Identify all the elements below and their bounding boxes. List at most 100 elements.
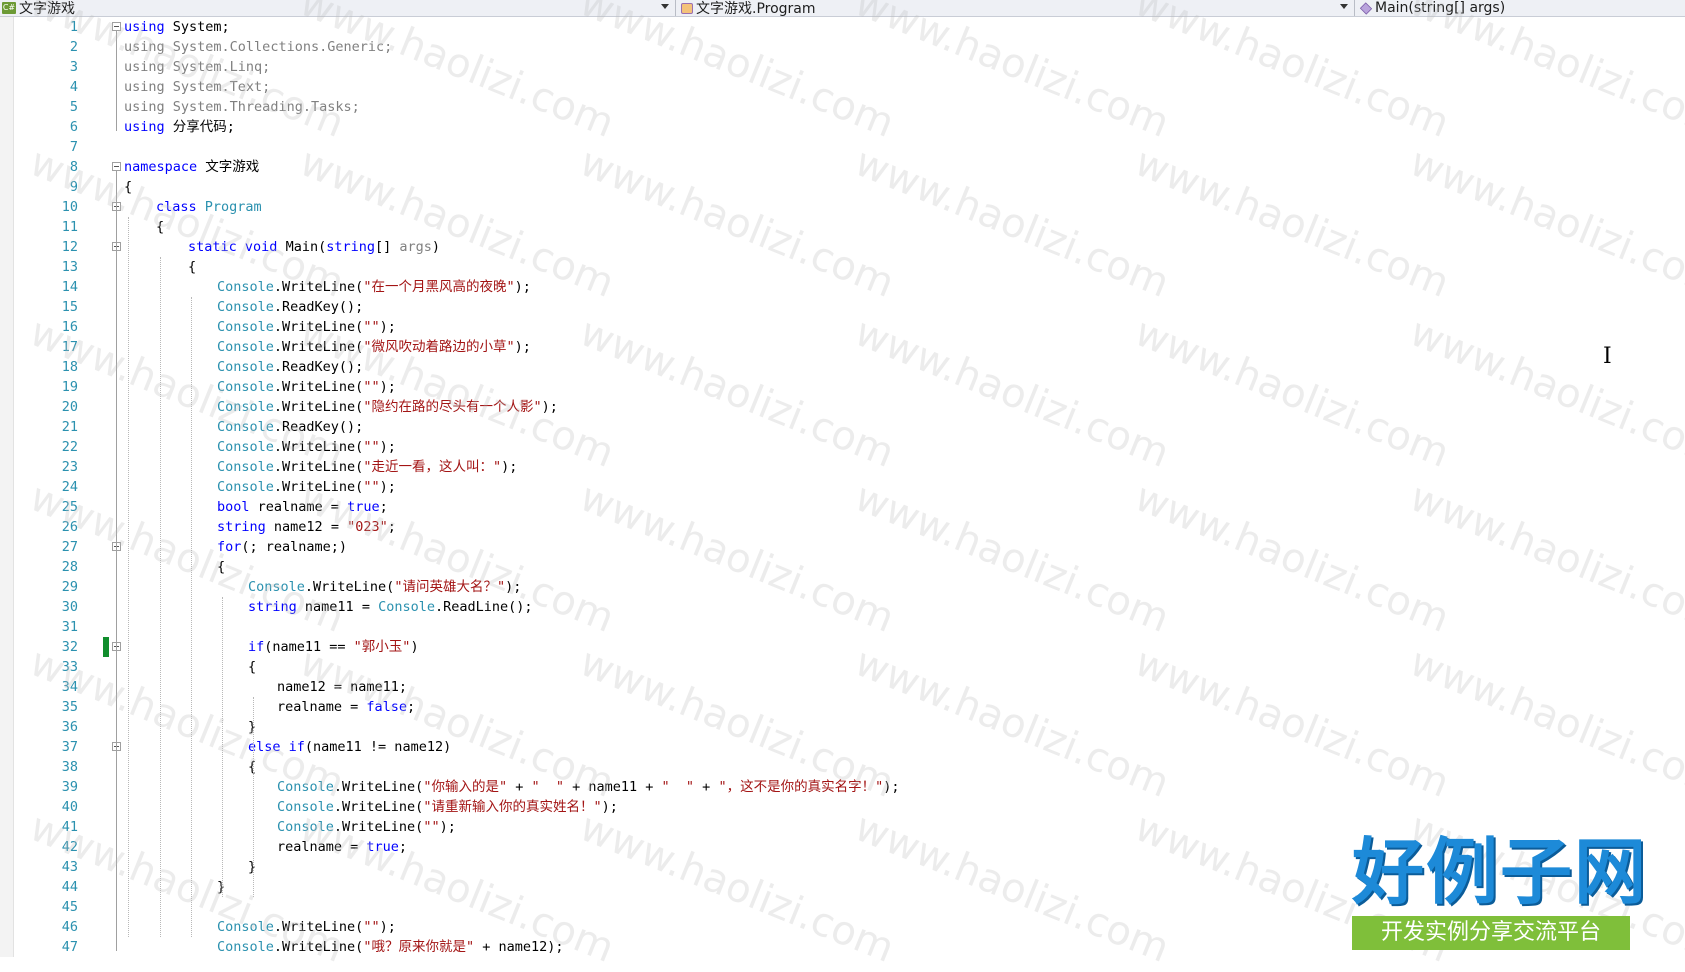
code-token: Console bbox=[217, 459, 274, 475]
code-line[interactable]: 1 using System; bbox=[0, 17, 1685, 37]
code-token: name11 = bbox=[304, 599, 379, 615]
code-token: { bbox=[188, 259, 197, 275]
code-token: string bbox=[217, 519, 266, 535]
code-line[interactable]: 2 using System.Collections.Generic; bbox=[0, 37, 1685, 57]
code-text: Console.WriteLine("隐约在路的尽头有一个人影"); bbox=[217, 397, 558, 417]
code-token: ); bbox=[379, 379, 396, 395]
code-token: Console bbox=[217, 399, 274, 415]
code-line[interactable]: 12 static void Main(string[] args) bbox=[0, 237, 1685, 257]
collapse-toggle-icon[interactable] bbox=[112, 162, 121, 171]
code-text: { bbox=[188, 257, 196, 277]
line-number: 15 bbox=[61, 299, 78, 315]
code-token: System.Linq; bbox=[172, 59, 271, 75]
code-token: string bbox=[248, 599, 297, 615]
chevron-down-icon[interactable] bbox=[1340, 4, 1348, 9]
code-token: 文字游戏 bbox=[205, 159, 260, 175]
code-line[interactable]: 11 { bbox=[0, 217, 1685, 237]
line-number: 24 bbox=[61, 479, 78, 495]
code-text: bool realname = true; bbox=[217, 497, 388, 517]
line-number: 13 bbox=[61, 259, 78, 275]
code-line[interactable]: 18 Console.ReadKey(); bbox=[0, 357, 1685, 377]
code-token: ); bbox=[439, 819, 456, 835]
line-number: 10 bbox=[61, 199, 78, 215]
code-line[interactable]: 10 class Program bbox=[0, 197, 1685, 217]
code-token: Console bbox=[277, 819, 334, 835]
code-token: name12 = name11; bbox=[277, 679, 408, 695]
code-line[interactable]: 30 string name11 = Console.ReadLine(); bbox=[0, 597, 1685, 617]
line-number: 32 bbox=[61, 639, 78, 655]
code-token: ); bbox=[501, 459, 518, 475]
code-token: .WriteLine( bbox=[273, 939, 364, 955]
line-number: 33 bbox=[61, 659, 78, 675]
code-token: ); bbox=[541, 399, 558, 415]
code-token: Console bbox=[217, 279, 274, 295]
code-line[interactable]: 34 name12 = name11; bbox=[0, 677, 1685, 697]
code-token: .WriteLine( bbox=[273, 399, 364, 415]
project-dropdown[interactable]: C# 文字游戏 bbox=[0, 0, 676, 16]
code-token: using bbox=[124, 79, 165, 95]
line-number: 5 bbox=[69, 99, 78, 115]
code-token: System.Collections.Generic; bbox=[172, 39, 393, 55]
code-line[interactable]: 13 { bbox=[0, 257, 1685, 277]
code-token: " " bbox=[661, 779, 695, 795]
type-dropdown[interactable]: 文字游戏.Program bbox=[679, 0, 1355, 16]
code-line[interactable]: 5 using System.Threading.Tasks; bbox=[0, 97, 1685, 117]
code-token: Console bbox=[217, 479, 274, 495]
code-line[interactable]: 9{ bbox=[0, 177, 1685, 197]
code-line[interactable]: 17 Console.WriteLine("微风吹动着路边的小草"); bbox=[0, 337, 1685, 357]
code-token: Console bbox=[217, 359, 274, 375]
line-number: 45 bbox=[61, 899, 78, 915]
code-token: true bbox=[366, 839, 399, 855]
code-token: using bbox=[124, 19, 165, 35]
code-text: Console.WriteLine("走近一看，这人叫："); bbox=[217, 457, 517, 477]
code-line[interactable]: 28 { bbox=[0, 557, 1685, 577]
code-line[interactable]: 25 bool realname = true; bbox=[0, 497, 1685, 517]
line-number: 16 bbox=[61, 319, 78, 335]
code-text: using System; bbox=[124, 17, 230, 37]
code-line[interactable]: 31 bbox=[0, 617, 1685, 637]
code-text: Console.WriteLine("微风吹动着路边的小草"); bbox=[217, 337, 531, 357]
code-token: "" bbox=[363, 919, 380, 935]
code-line[interactable]: 26 string name12 = "023"; bbox=[0, 517, 1685, 537]
code-token: "" bbox=[423, 819, 440, 835]
code-line[interactable]: 19 Console.WriteLine(""); bbox=[0, 377, 1685, 397]
line-number: 39 bbox=[61, 779, 78, 795]
code-line[interactable]: 33 { bbox=[0, 657, 1685, 677]
line-number: 19 bbox=[61, 379, 78, 395]
code-token: .WriteLine( bbox=[273, 459, 364, 475]
code-line[interactable]: 24 Console.WriteLine(""); bbox=[0, 477, 1685, 497]
code-editor[interactable]: 1 using System; 2 using System.Collections.… bbox=[0, 17, 1685, 957]
code-line[interactable]: 4 using System.Text; bbox=[0, 77, 1685, 97]
indent-guide bbox=[191, 297, 192, 937]
line-number: 11 bbox=[61, 219, 78, 235]
collapse-toggle-icon[interactable] bbox=[112, 22, 121, 31]
code-line[interactable]: 27 for(; realname;) bbox=[0, 537, 1685, 557]
member-dropdown[interactable]: Main(string[] args) bbox=[1358, 0, 1685, 16]
code-line[interactable]: 16 Console.WriteLine(""); bbox=[0, 317, 1685, 337]
code-line[interactable]: 22 Console.WriteLine(""); bbox=[0, 437, 1685, 457]
indent-guide bbox=[160, 257, 161, 937]
line-number: 17 bbox=[61, 339, 78, 355]
code-text: Console.WriteLine(""); bbox=[277, 817, 456, 837]
code-line[interactable]: 15 Console.ReadKey(); bbox=[0, 297, 1685, 317]
code-line[interactable]: 20 Console.WriteLine("隐约在路的尽头有一个人影"); bbox=[0, 397, 1685, 417]
code-token: ); bbox=[883, 779, 900, 795]
code-line[interactable]: 3 using System.Linq; bbox=[0, 57, 1685, 77]
code-token: ; bbox=[379, 499, 388, 515]
code-token: "" bbox=[363, 319, 380, 335]
code-line[interactable]: 6 using 分享代码; bbox=[0, 117, 1685, 137]
code-text: Console.WriteLine("请重新输入你的真实姓名！"); bbox=[277, 797, 618, 817]
code-line[interactable]: 21 Console.ReadKey(); bbox=[0, 417, 1685, 437]
code-token: + name12); bbox=[474, 939, 564, 955]
code-line[interactable]: 7 bbox=[0, 137, 1685, 157]
code-line[interactable]: 29 Console.WriteLine("请问英雄大名？"); bbox=[0, 577, 1685, 597]
chevron-down-icon[interactable] bbox=[661, 4, 669, 9]
code-line[interactable]: 8 namespace 文字游戏 bbox=[0, 157, 1685, 177]
code-line[interactable]: 14 Console.WriteLine("在一个月黑风高的夜晚"); bbox=[0, 277, 1685, 297]
code-line[interactable]: 32 if(name11 == "郭小玉") bbox=[0, 637, 1685, 657]
code-line[interactable]: 23 Console.WriteLine("走近一看，这人叫："); bbox=[0, 457, 1685, 477]
code-token: { bbox=[156, 219, 165, 235]
code-token: if bbox=[248, 639, 265, 655]
code-token: .WriteLine( bbox=[273, 339, 364, 355]
code-token: "在一个月黑风高的夜晚" bbox=[363, 279, 515, 295]
